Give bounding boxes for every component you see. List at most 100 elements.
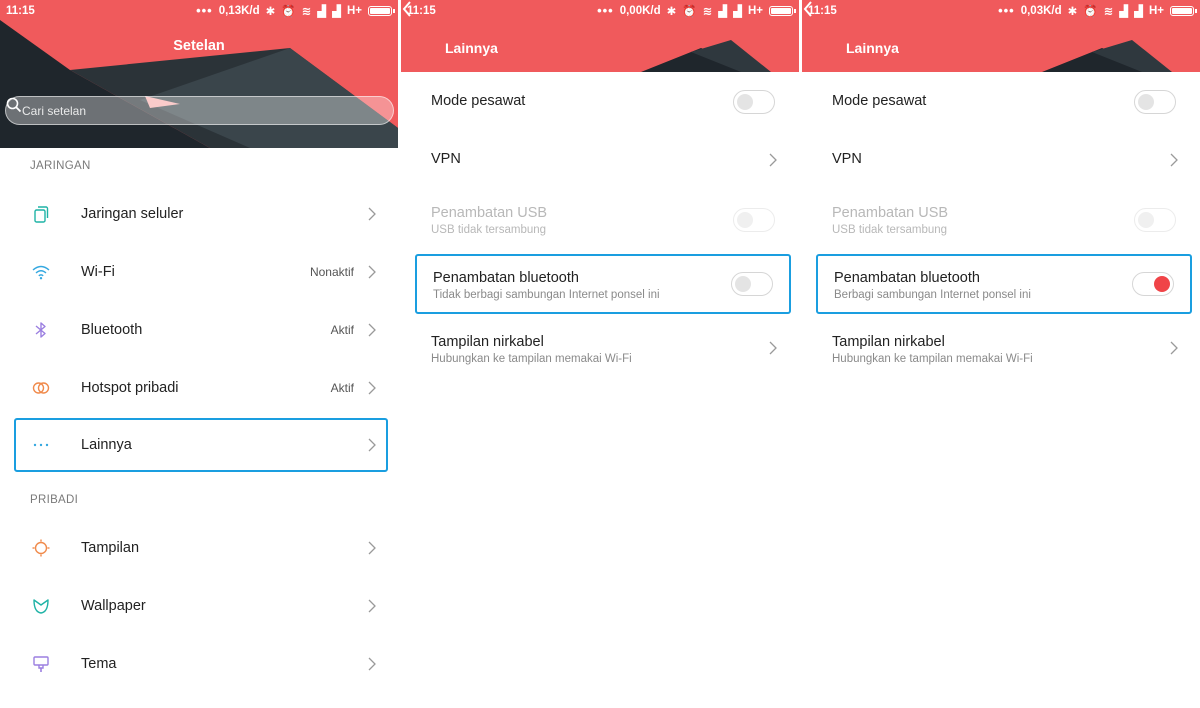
item-label: Bluetooth xyxy=(81,322,143,338)
settings-item-hotspot[interactable]: Hotspot pribadi Aktif xyxy=(14,361,388,415)
alarm-off-icon: ⏰ xyxy=(1083,6,1098,18)
signal-2-icon: ▟ xyxy=(733,6,742,18)
item-label: Lainnya xyxy=(81,437,132,453)
status-bar: 11:15 ••• 0,13K/d ✱ ⏰ ≋ ▟ ▟ H+ xyxy=(0,0,398,22)
airplane-mode-row[interactable]: Mode pesawat xyxy=(816,72,1192,132)
settings-item-display[interactable]: Tampilan xyxy=(14,521,388,575)
item-label: Penambatan bluetooth xyxy=(433,270,579,286)
item-label: Wallpaper xyxy=(81,598,146,614)
sim-cards-icon xyxy=(34,206,49,223)
signal-icon: ▟ xyxy=(1119,6,1129,18)
item-label: Mode pesawat xyxy=(431,93,526,109)
chevron-right-icon xyxy=(368,207,376,221)
usb-tethering-toggle xyxy=(1134,208,1176,232)
header-background xyxy=(0,20,398,148)
wifi-status-icon: ≋ xyxy=(702,6,713,18)
item-sublabel: Hubungkan ke tampilan memakai Wi-Fi xyxy=(832,353,1033,365)
settings-item-bluetooth[interactable]: Bluetooth Aktif xyxy=(14,303,388,357)
more-dots-icon xyxy=(33,443,49,447)
wifi-status-icon: ≋ xyxy=(301,6,312,18)
item-value: Aktif xyxy=(330,323,354,337)
wifi-status-icon: ≋ xyxy=(1103,6,1114,18)
bluetooth-tethering-toggle[interactable] xyxy=(731,272,773,296)
item-value: Nonaktif xyxy=(309,265,354,279)
search-input[interactable] xyxy=(22,103,342,118)
item-value: Aktif xyxy=(330,381,354,395)
signal-2-icon: ▟ xyxy=(332,6,341,18)
item-label: Tampilan nirkabel xyxy=(832,334,945,350)
item-sublabel: Berbagi sambungan Internet ponsel ini xyxy=(834,289,1031,301)
signal-icon: ▟ xyxy=(317,6,327,18)
theme-brush-icon xyxy=(33,656,49,672)
notification-dots-icon: ••• xyxy=(597,3,614,18)
signal-2-icon: ▟ xyxy=(1134,6,1143,18)
airplane-mode-toggle[interactable] xyxy=(1134,90,1176,114)
item-label: VPN xyxy=(832,151,862,167)
chevron-right-icon xyxy=(368,657,376,671)
wireless-display-row[interactable]: Tampilan nirkabel Hubungkan ke tampilan … xyxy=(816,318,1192,378)
item-label: Jaringan seluler xyxy=(81,206,184,222)
network-type: H+ xyxy=(1148,5,1164,17)
bluetooth-tethering-row[interactable]: Penambatan bluetooth Berbagi sambungan I… xyxy=(816,254,1192,314)
vpn-row[interactable]: VPN xyxy=(816,130,1192,190)
notification-dots-icon: ••• xyxy=(196,3,213,18)
chevron-right-icon xyxy=(368,438,376,452)
wireless-display-row[interactable]: Tampilan nirkabel Hubungkan ke tampilan … xyxy=(415,318,791,378)
airplane-mode-toggle[interactable] xyxy=(733,90,775,114)
chevron-right-icon xyxy=(769,153,777,167)
item-label: Tampilan xyxy=(81,540,140,556)
wallpaper-flower-icon xyxy=(33,599,49,614)
bluetooth-status-icon: ✱ xyxy=(265,6,276,18)
search-bar[interactable] xyxy=(5,96,394,125)
section-header-pribadi: PRIBADI xyxy=(30,494,79,506)
network-speed: 0,03K/d xyxy=(1020,5,1062,17)
more-settings-screen-on: Lainnya 11:15 ••• 0,03K/d ✱ ⏰ ≋ ▟ ▟ H+ M… xyxy=(802,0,1200,708)
settings-item-theme[interactable]: Tema xyxy=(14,637,388,691)
settings-item-wallpaper[interactable]: Wallpaper xyxy=(14,579,388,633)
section-header-jaringan: JARINGAN xyxy=(30,160,91,172)
bluetooth-tethering-toggle[interactable] xyxy=(1132,272,1174,296)
bluetooth-tethering-row[interactable]: Penambatan bluetooth Tidak berbagi sambu… xyxy=(415,254,791,314)
more-settings-screen-off: Lainnya 11:15 ••• 0,00K/d ✱ ⏰ ≋ ▟ ▟ H+ M… xyxy=(401,0,799,708)
display-sun-icon xyxy=(32,539,50,557)
page-title: Lainnya xyxy=(846,40,899,56)
network-speed: 0,13K/d xyxy=(218,5,260,17)
item-label: Tampilan nirkabel xyxy=(431,334,544,350)
search-icon xyxy=(6,97,22,113)
settings-header: Setelan xyxy=(0,0,398,148)
status-time: 11:15 xyxy=(808,5,837,17)
page-title: Lainnya xyxy=(445,40,498,56)
chevron-right-icon xyxy=(368,541,376,555)
alarm-off-icon: ⏰ xyxy=(682,6,697,18)
bluetooth-icon xyxy=(35,322,46,338)
item-sublabel: USB tidak tersambung xyxy=(832,224,948,236)
chevron-right-icon xyxy=(368,381,376,395)
item-label: Penambatan USB xyxy=(431,205,548,221)
item-label: Mode pesawat xyxy=(832,93,927,109)
status-bar: 11:15 ••• 0,03K/d ✱ ⏰ ≋ ▟ ▟ H+ xyxy=(802,0,1200,22)
settings-screen: Setelan 11:15 ••• 0,13K/d ✱ ⏰ ≋ ▟ ▟ H+ J… xyxy=(0,0,398,708)
wifi-icon xyxy=(32,265,50,280)
usb-tethering-toggle xyxy=(733,208,775,232)
bluetooth-status-icon: ✱ xyxy=(666,6,677,18)
hotspot-icon xyxy=(32,382,50,394)
item-label: Penambatan bluetooth xyxy=(834,270,980,286)
airplane-mode-row[interactable]: Mode pesawat xyxy=(415,72,791,132)
page-title: Setelan xyxy=(173,38,225,54)
vpn-row[interactable]: VPN xyxy=(415,130,791,190)
network-type: H+ xyxy=(346,5,362,17)
battery-icon xyxy=(368,6,395,16)
status-time: 11:15 xyxy=(407,5,436,17)
item-sublabel: Hubungkan ke tampilan memakai Wi-Fi xyxy=(431,353,632,365)
usb-tethering-row: Penambatan USB USB tidak tersambung xyxy=(816,190,1192,250)
settings-item-wifi[interactable]: Wi-Fi Nonaktif xyxy=(14,245,388,299)
chevron-right-icon xyxy=(368,599,376,613)
chevron-right-icon xyxy=(368,265,376,279)
item-label: Wi-Fi xyxy=(81,264,115,280)
bluetooth-status-icon: ✱ xyxy=(1067,6,1078,18)
settings-item-more[interactable]: Lainnya xyxy=(14,418,388,472)
settings-item-mobile-network[interactable]: Jaringan seluler xyxy=(14,187,388,241)
status-time: 11:15 xyxy=(6,5,35,17)
chevron-right-icon xyxy=(368,323,376,337)
network-speed: 0,00K/d xyxy=(619,5,661,17)
